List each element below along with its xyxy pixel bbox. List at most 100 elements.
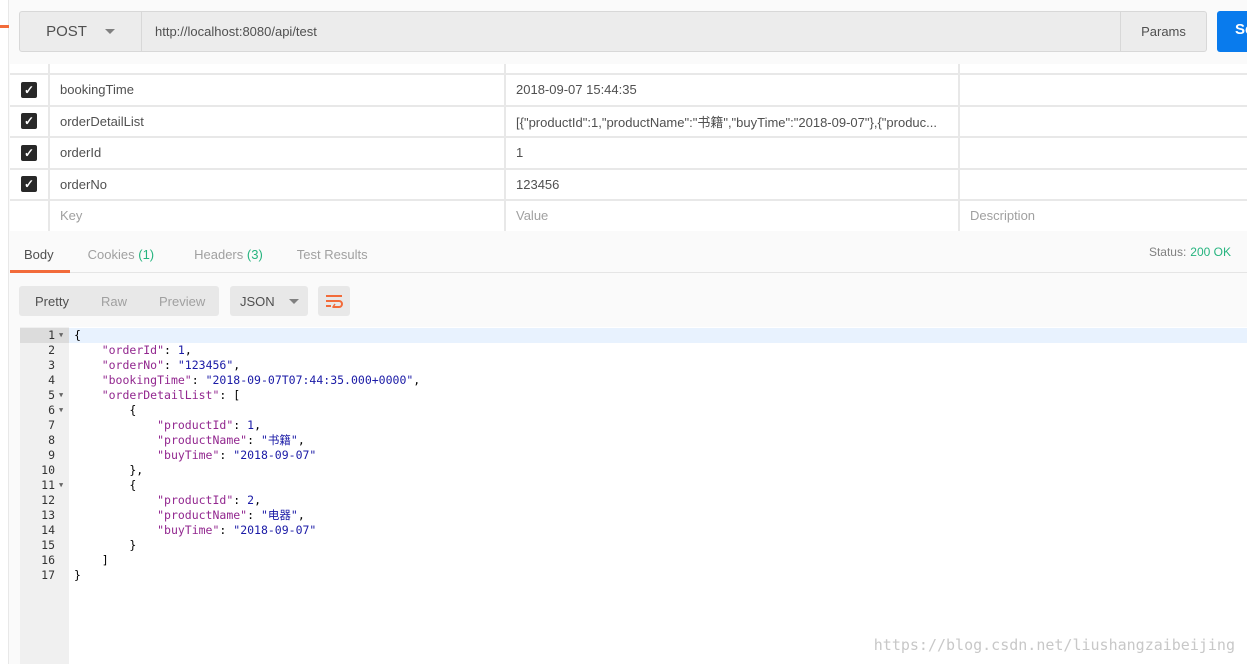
send-button[interactable]: Send	[1217, 11, 1247, 52]
request-bar: POST http://localhost:8080/api/test Para…	[19, 11, 1207, 52]
code-token: 1	[177, 343, 185, 357]
code-token: :	[191, 373, 206, 387]
format-label: JSON	[240, 293, 275, 309]
code-token: :	[247, 508, 261, 522]
code-token: ,	[413, 373, 421, 387]
param-description[interactable]	[960, 75, 1247, 105]
checkbox[interactable]: ✓	[21, 113, 37, 130]
code-token: ,	[184, 343, 192, 357]
param-value[interactable]: 123456	[506, 169, 960, 199]
line-number: 4	[48, 373, 55, 387]
param-value[interactable]: [{"productId":1,"productName":"书籍","buyT…	[506, 106, 960, 136]
watermark: https://blog.csdn.net/liushangzaibeijing	[873, 636, 1235, 654]
line-number: 15	[41, 538, 55, 552]
param-description[interactable]	[960, 170, 1247, 200]
status-value: 200 OK	[1190, 245, 1231, 259]
description-input[interactable]: Description	[960, 201, 1247, 231]
fold-arrow-icon[interactable]: ▼	[59, 478, 63, 493]
code-token: "productId"	[157, 493, 234, 507]
code-line: 17}	[20, 568, 1247, 583]
code-line: 4 "bookingTime": "2018-09-07T07:44:35.00…	[20, 373, 1247, 388]
code-token: ,	[254, 493, 261, 507]
line-number: 7	[48, 418, 55, 432]
code-line: 10 },	[20, 463, 1247, 478]
code-token: :	[247, 433, 261, 447]
code-line: 15 }	[20, 538, 1247, 553]
code-token: },	[74, 463, 144, 477]
body-params-table: ✓ bookingTime 2018-09-07 15:44:35 ✓ orde…	[10, 64, 1247, 231]
param-value[interactable]: 2018-09-07 15:44:35	[506, 75, 960, 105]
wrap-lines-button[interactable]	[318, 286, 350, 316]
code-token: {	[74, 478, 137, 492]
param-description[interactable]	[960, 107, 1247, 137]
checkbox[interactable]: ✓	[21, 144, 37, 161]
fold-arrow-icon[interactable]: ▼	[59, 403, 63, 418]
count-badge: (1)	[138, 247, 155, 262]
code-line: 11 ▼ {	[20, 478, 1247, 493]
code-token: :	[219, 448, 234, 462]
param-row: ✓ orderNo 123456	[10, 167, 1247, 200]
params-button[interactable]: Params	[1120, 12, 1206, 51]
code-token: "buyTime"	[157, 523, 220, 537]
code-token: :	[219, 523, 234, 537]
checkbox[interactable]: ✓	[21, 81, 37, 98]
line-number: 8	[48, 433, 55, 447]
format-select[interactable]: JSON	[230, 286, 308, 316]
code-token: "2018-09-07T07:44:35.000+0000"	[205, 373, 414, 387]
code-token: :	[233, 418, 248, 432]
code-token: }	[74, 568, 81, 582]
param-key[interactable]: orderNo	[50, 169, 506, 199]
param-key[interactable]: bookingTime	[50, 75, 506, 105]
wrap-icon	[326, 295, 343, 308]
tab-headers[interactable]: Headers (3)	[178, 236, 279, 273]
code-token: :	[164, 343, 178, 357]
code-token: "orderDetailList"	[101, 388, 220, 402]
fold-arrow-icon[interactable]: ▼	[59, 388, 63, 403]
url-input[interactable]: http://localhost:8080/api/test	[142, 12, 1120, 51]
line-number: 3	[48, 358, 55, 372]
code-line: 2 "orderId": 1,	[20, 343, 1247, 358]
line-number: 14	[41, 523, 55, 537]
code-token: ,	[233, 358, 241, 372]
pretty-button[interactable]: Pretty	[19, 294, 85, 309]
code-token: ,	[297, 433, 305, 447]
tab-test-results[interactable]: Test Results	[281, 236, 384, 273]
raw-button[interactable]: Raw	[85, 294, 143, 309]
line-number: 17	[41, 568, 55, 582]
line-number: 2	[48, 343, 55, 357]
tab-cookies[interactable]: Cookies (1)	[72, 236, 170, 273]
param-description[interactable]	[960, 138, 1247, 168]
code-token: : [	[219, 388, 241, 402]
count-badge: (3)	[246, 247, 263, 262]
line-number: 9	[48, 448, 55, 462]
code-token: "productName"	[157, 433, 248, 447]
value-input[interactable]: Value	[506, 201, 960, 231]
code-token: "2018-09-07"	[233, 523, 317, 537]
param-key[interactable]: orderDetailList	[50, 106, 506, 136]
checkbox[interactable]: ✓	[21, 176, 37, 193]
code-token: "orderId"	[101, 343, 165, 357]
line-number: 13	[41, 508, 55, 522]
key-input[interactable]: Key	[50, 201, 506, 231]
method-select[interactable]: POST	[20, 12, 142, 51]
fold-arrow-icon[interactable]: ▼	[59, 328, 63, 343]
param-key[interactable]: orderId	[50, 138, 506, 168]
chevron-down-icon	[288, 298, 299, 304]
code-token: ]	[74, 553, 109, 567]
code-token: "2018-09-07"	[233, 448, 317, 462]
code-token: "电器"	[260, 508, 298, 522]
tab-body[interactable]: Body	[10, 236, 70, 273]
preview-button[interactable]: Preview	[143, 294, 221, 309]
method-label: POST	[46, 23, 87, 40]
code-token: "productId"	[157, 418, 234, 432]
code-token: ,	[297, 508, 305, 522]
code-token: :	[233, 493, 248, 507]
code-token: "productName"	[157, 508, 248, 522]
param-value[interactable]: 1	[506, 138, 960, 168]
response-body-editor[interactable]: 1 ▼ {2 "orderId": 1, 3 "orderNo": "123456",…	[20, 327, 1247, 664]
code-token: "bookingTime"	[101, 373, 192, 387]
